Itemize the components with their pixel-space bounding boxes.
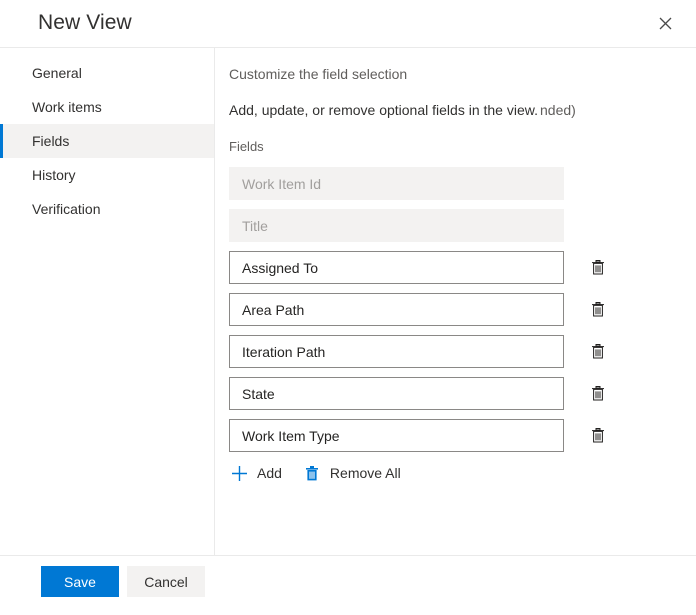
field-row: [229, 209, 684, 242]
delete-placeholder: [582, 210, 614, 242]
sidebar: General Work items Fields History Verifi…: [0, 48, 215, 555]
delete-field-button[interactable]: [582, 378, 614, 410]
delete-field-button[interactable]: [582, 252, 614, 284]
sidebar-item-fields[interactable]: Fields: [0, 124, 214, 158]
panel-footer: Save Cancel: [0, 555, 696, 615]
sidebar-item-label: General: [32, 65, 82, 81]
fields-label: Fields: [229, 139, 264, 154]
field-input-assigned-to[interactable]: [229, 251, 564, 284]
remove-all-fields-button[interactable]: Remove All: [302, 458, 401, 488]
remove-all-fields-label: Remove All: [329, 465, 401, 481]
fields-list: [229, 167, 684, 461]
panel-header: New View: [0, 0, 696, 48]
add-field-label: Add: [257, 465, 282, 481]
field-input-work-item-id: [229, 167, 564, 200]
footer-actions: Save Cancel: [41, 566, 205, 597]
plus-icon: [229, 463, 249, 483]
sidebar-item-label: Verification: [32, 201, 101, 217]
field-row: [229, 419, 684, 452]
sidebar-item-label: Work items: [32, 99, 102, 115]
add-field-button[interactable]: Add: [229, 458, 282, 488]
field-row: [229, 167, 684, 200]
field-row: [229, 335, 684, 368]
main-content: Customize the field selection Add, updat…: [215, 48, 696, 555]
field-commands: Add Remove All: [229, 458, 421, 488]
field-input-state[interactable]: [229, 377, 564, 410]
section-title: Customize the field selection: [229, 66, 408, 82]
trash-icon: [590, 301, 606, 318]
trash-filled-icon: [302, 463, 322, 483]
field-input-title: [229, 209, 564, 242]
trash-icon: [590, 259, 606, 276]
trash-icon: [590, 385, 606, 402]
sidebar-item-label: History: [32, 167, 76, 183]
delete-placeholder: [582, 168, 614, 200]
field-input-work-item-type[interactable]: [229, 419, 564, 452]
trash-icon: [590, 343, 606, 360]
field-row: [229, 293, 684, 326]
sidebar-item-label: Fields: [32, 133, 70, 149]
page-title: New View: [38, 11, 132, 34]
close-button[interactable]: [644, 3, 686, 43]
trash-icon: [590, 427, 606, 444]
sidebar-item-verification[interactable]: Verification: [0, 192, 214, 226]
delete-field-button[interactable]: [582, 336, 614, 368]
section-description: Add, update, or remove optional fields i…: [229, 102, 538, 118]
field-input-iteration-path[interactable]: [229, 335, 564, 368]
new-view-panel: New View General Work items Fields Histo…: [0, 0, 696, 615]
save-button[interactable]: Save: [41, 566, 119, 597]
close-icon: [659, 17, 672, 30]
sidebar-item-history[interactable]: History: [0, 158, 214, 192]
field-row: [229, 377, 684, 410]
section-description-fragment: nded): [540, 102, 576, 118]
delete-field-button[interactable]: [582, 294, 614, 326]
sidebar-item-general[interactable]: General: [0, 56, 214, 90]
field-input-area-path[interactable]: [229, 293, 564, 326]
delete-field-button[interactable]: [582, 420, 614, 452]
sidebar-item-work-items[interactable]: Work items: [0, 90, 214, 124]
cancel-button[interactable]: Cancel: [127, 566, 205, 597]
field-row: [229, 251, 684, 284]
